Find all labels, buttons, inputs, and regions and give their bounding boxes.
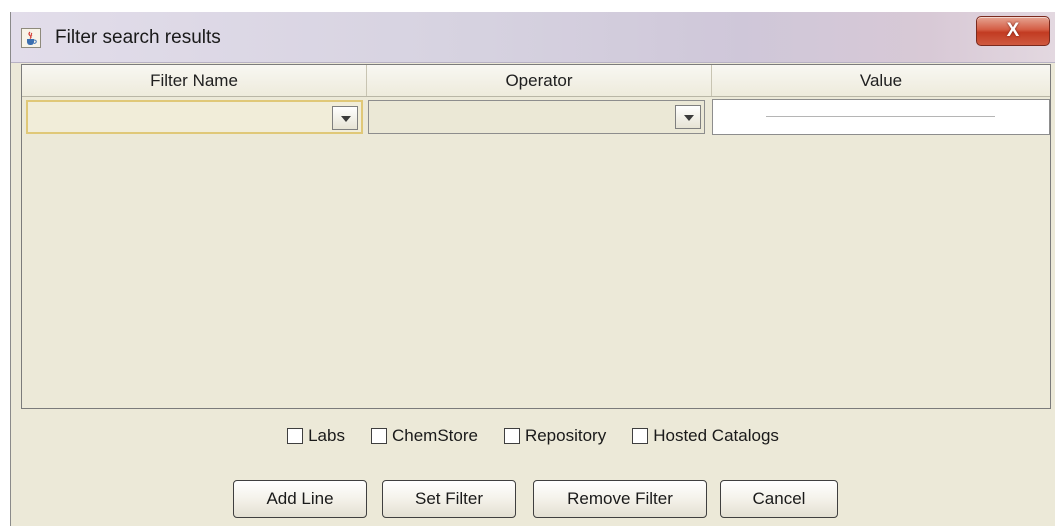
chemstore-checkbox-box[interactable] <box>370 428 387 444</box>
column-header-value[interactable]: Value <box>712 65 1050 96</box>
hosted-catalogs-checkbox[interactable]: Hosted Catalogs <box>632 426 779 446</box>
source-options: Labs ChemStore Repository Hosted Catalog… <box>11 426 1055 446</box>
remove-filter-button[interactable]: Remove Filter <box>533 480 707 518</box>
dialog-title: Filter search results <box>55 27 221 48</box>
chevron-down-icon[interactable] <box>332 106 358 130</box>
hosted-catalogs-checkbox-box[interactable] <box>632 428 649 444</box>
repository-checkbox-box[interactable] <box>503 428 520 444</box>
labs-checkbox-box[interactable] <box>287 428 304 444</box>
cancel-button[interactable]: Cancel <box>720 480 838 518</box>
chevron-down-icon[interactable] <box>675 105 701 129</box>
table-row <box>26 99 1050 136</box>
close-button[interactable]: X <box>976 16 1050 46</box>
filter-name-dropdown[interactable] <box>26 100 363 134</box>
table-header: Filter Name Operator Value <box>22 65 1050 97</box>
labs-checkbox-label: Labs <box>308 426 345 445</box>
column-header-filter-name[interactable]: Filter Name <box>22 65 367 96</box>
add-line-button[interactable]: Add Line <box>233 480 367 518</box>
hosted-catalogs-checkbox-label: Hosted Catalogs <box>653 426 779 445</box>
labs-checkbox[interactable]: Labs <box>287 426 345 446</box>
value-placeholder-line <box>766 116 995 117</box>
title-bar[interactable]: Filter search results X <box>11 12 1055 63</box>
chemstore-checkbox-label: ChemStore <box>391 426 478 445</box>
column-header-operator[interactable]: Operator <box>367 65 712 96</box>
java-cup-icon <box>21 28 41 48</box>
close-icon: X <box>1006 20 1020 41</box>
repository-checkbox[interactable]: Repository <box>503 426 607 446</box>
filter-table: Filter Name Operator Value <box>21 64 1051 409</box>
filter-dialog: Filter search results X Filter Name Oper… <box>10 12 1055 526</box>
operator-dropdown[interactable] <box>368 100 705 134</box>
set-filter-button[interactable]: Set Filter <box>382 480 516 518</box>
repository-checkbox-label: Repository <box>524 426 607 445</box>
chemstore-checkbox[interactable]: ChemStore <box>370 426 478 446</box>
value-input[interactable] <box>712 99 1050 135</box>
